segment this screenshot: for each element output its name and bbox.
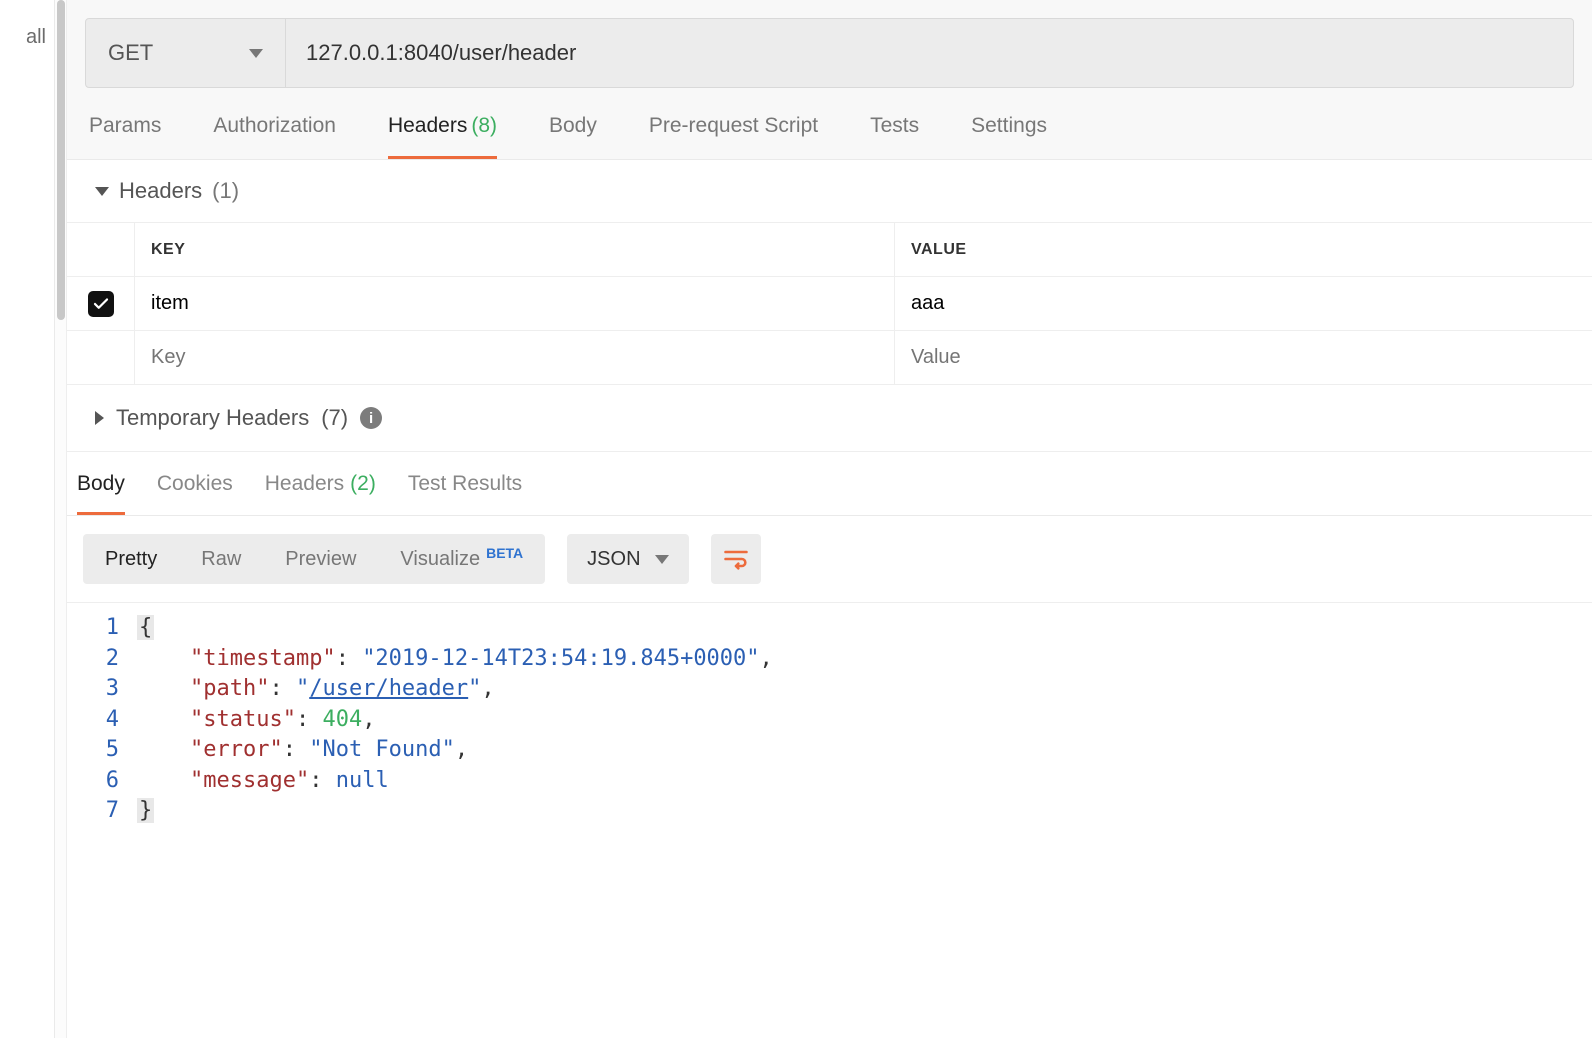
- temp-headers-count: (7): [321, 405, 348, 431]
- format-label: JSON: [587, 548, 640, 571]
- line-gutter: 1 2 3 4 5 6 7: [67, 603, 137, 827]
- headers-table: KEY VALUE: [67, 222, 1592, 385]
- table-row-empty: [67, 331, 1592, 385]
- http-method-select[interactable]: GET: [86, 19, 286, 87]
- format-select[interactable]: JSON: [567, 534, 688, 584]
- request-bar: GET: [85, 18, 1574, 88]
- response-body-code[interactable]: 1 2 3 4 5 6 7 { "timestamp": "2019-12-14…: [67, 602, 1592, 827]
- tab-settings[interactable]: Settings: [971, 114, 1047, 159]
- header-key-input[interactable]: [151, 292, 878, 315]
- view-visualize[interactable]: VisualizeBETA: [378, 534, 545, 584]
- chevron-right-icon: [95, 411, 104, 425]
- headers-title: Headers: [119, 178, 202, 204]
- header-key-input-empty[interactable]: [151, 346, 878, 369]
- resp-tab-test-results[interactable]: Test Results: [408, 472, 522, 515]
- sidebar-peek-text: all: [26, 26, 46, 49]
- view-mode-segment: Pretty Raw Preview VisualizeBETA: [83, 534, 545, 584]
- resp-tab-body[interactable]: Body: [77, 472, 125, 515]
- col-key: KEY: [135, 223, 895, 276]
- view-preview[interactable]: Preview: [263, 534, 378, 584]
- headers-section-toggle[interactable]: Headers (1): [67, 160, 1592, 222]
- temp-headers-toggle[interactable]: Temporary Headers (7) i: [67, 385, 1592, 452]
- table-row: [67, 277, 1592, 331]
- scrollbar-thumb[interactable]: [57, 0, 65, 320]
- headers-count: (1): [212, 178, 239, 204]
- tab-body[interactable]: Body: [549, 114, 597, 159]
- code-lines: { "timestamp": "2019-12-14T23:54:19.845+…: [137, 603, 773, 827]
- info-icon[interactable]: i: [360, 407, 382, 429]
- row-checkbox[interactable]: [88, 291, 114, 317]
- url-input[interactable]: [286, 19, 1573, 87]
- response-tabs: Body Cookies Headers(2) Test Results: [67, 452, 1592, 516]
- header-value-input-empty[interactable]: [911, 346, 1576, 369]
- col-value: VALUE: [895, 223, 1592, 276]
- chevron-down-icon: [655, 555, 669, 564]
- tab-authorization[interactable]: Authorization: [213, 114, 336, 159]
- headers-table-head: KEY VALUE: [67, 223, 1592, 277]
- tab-headers[interactable]: Headers(8): [388, 114, 497, 159]
- view-raw[interactable]: Raw: [179, 534, 263, 584]
- resp-tab-headers[interactable]: Headers(2): [265, 472, 376, 515]
- resp-tab-cookies[interactable]: Cookies: [157, 472, 233, 515]
- tab-tests[interactable]: Tests: [870, 114, 919, 159]
- header-value-input[interactable]: [911, 292, 1576, 315]
- sidebar-peek: all: [0, 0, 55, 1038]
- tab-prerequest[interactable]: Pre-request Script: [649, 114, 818, 159]
- chevron-down-icon: [249, 49, 263, 58]
- response-toolbar: Pretty Raw Preview VisualizeBETA JSON: [67, 516, 1592, 602]
- chevron-down-icon: [95, 187, 109, 196]
- wrap-lines-button[interactable]: [711, 534, 761, 584]
- sidebar-scrollbar[interactable]: [55, 0, 67, 1038]
- http-method-label: GET: [108, 40, 153, 66]
- wrap-icon: [722, 545, 750, 573]
- check-icon: [92, 295, 110, 313]
- request-tabs: Params Authorization Headers(8) Body Pre…: [67, 88, 1592, 160]
- tab-params[interactable]: Params: [89, 114, 161, 159]
- view-pretty[interactable]: Pretty: [83, 534, 179, 584]
- temp-headers-title: Temporary Headers: [116, 405, 309, 431]
